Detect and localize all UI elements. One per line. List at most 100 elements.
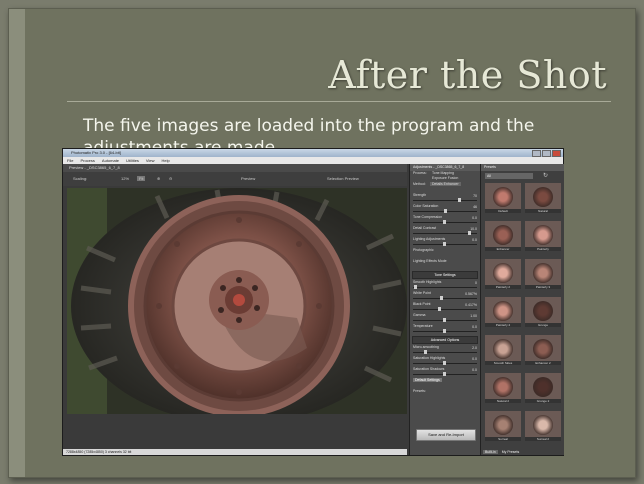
menu-help[interactable]: Help <box>162 157 170 164</box>
thumbnail-image <box>533 187 553 207</box>
slider-knob[interactable] <box>444 209 447 213</box>
preview-checkbox[interactable]: Preview <box>241 176 255 181</box>
thumbnail-image <box>493 301 513 321</box>
zoom-label: Scaling: <box>73 176 88 181</box>
window-title: Photomatix Pro 3.0 - [64-bit] <box>71 150 121 155</box>
menu-automate[interactable]: Automate <box>102 157 119 164</box>
thumbnail-image <box>493 339 513 359</box>
preset-thumbnail[interactable]: Painterly 4 <box>485 297 521 327</box>
slider-knob[interactable] <box>443 242 446 246</box>
thumbnail-label: Smooth Skies <box>485 361 521 365</box>
thumbnail-image <box>533 377 553 397</box>
thumbnail-image <box>493 377 513 397</box>
slide-accent-bar <box>9 9 25 477</box>
slider-label: Strength <box>413 193 427 197</box>
thumbnail-label: Grunge <box>525 323 561 327</box>
lighting-effects-checkbox[interactable]: Lighting Effects Mode <box>410 259 480 270</box>
slider-value: 0.0 <box>472 325 477 329</box>
document-tab[interactable]: Preview - _DSC3865_6_7_8 <box>63 164 407 172</box>
thumbnail-label: Enhancer 2 <box>525 361 561 365</box>
preset-thumbnail[interactable]: Grunge 2 <box>525 373 561 403</box>
slider-knob[interactable] <box>443 372 446 376</box>
preset-thumbnail[interactable]: Painterly 3 <box>525 259 561 289</box>
preset-thumbnail[interactable]: Surreal <box>485 411 521 441</box>
presets-panel: Presets All ↻ Default Natural Enhancer Pain… <box>480 164 564 455</box>
adjustment-slider[interactable]: Tone Compression 0.0 <box>410 215 480 226</box>
menu-process[interactable]: Process <box>80 157 94 164</box>
slider-knob[interactable] <box>443 220 446 224</box>
adjustment-slider[interactable]: Lighting Adjustments 0.0 <box>410 237 480 248</box>
default-settings-button[interactable]: Default Settings <box>413 378 442 382</box>
preset-thumbnail[interactable]: Natural <box>525 183 561 213</box>
fit-button[interactable]: Fit <box>137 176 146 181</box>
close-icon[interactable] <box>552 150 561 157</box>
image-preview[interactable] <box>67 188 407 414</box>
preset-thumbnail[interactable]: Default <box>485 183 521 213</box>
menu-file[interactable]: File <box>67 157 73 164</box>
advanced-slider[interactable]: Saturation Shadows 0.0 <box>410 367 480 378</box>
tone-mapping-radio[interactable]: Tone Mapping <box>432 171 454 175</box>
preset-thumbnail[interactable]: Painterly <box>525 221 561 251</box>
adjustment-slider[interactable]: Detail Contrast 10.0 <box>410 226 480 237</box>
menu-utilities[interactable]: Utilities <box>126 157 139 164</box>
maximize-icon[interactable] <box>542 150 551 157</box>
slider-knob[interactable] <box>443 329 446 333</box>
slider-label: Detail Contrast <box>413 226 437 230</box>
tone-slider[interactable]: Black Point 0.417% <box>410 302 480 313</box>
tone-slider[interactable]: Gamma 1.00 <box>410 313 480 324</box>
zoom-out-icon[interactable]: ⊖ <box>169 176 172 181</box>
slider-knob[interactable] <box>443 318 446 322</box>
save-and-reimport-button[interactable]: Save and Re-Import <box>416 429 476 441</box>
thumbnail-label: Natural 2 <box>485 399 521 403</box>
slider-knob[interactable] <box>468 231 471 235</box>
preset-thumbnail[interactable]: Surreal 2 <box>525 411 561 441</box>
thumbnail-label: Painterly 2 <box>485 285 521 289</box>
adjustment-slider[interactable]: Strength 70 <box>410 193 480 204</box>
slider-knob[interactable] <box>438 307 441 311</box>
checkbox-label: Photographic <box>413 248 434 252</box>
slider-knob[interactable] <box>443 361 446 365</box>
tone-slider[interactable]: White Point 0.567% <box>410 291 480 302</box>
tab-my-presets[interactable]: My Presets <box>502 450 520 454</box>
method-select[interactable]: Details Enhancer <box>430 182 461 186</box>
tone-settings-section[interactable]: Tone Settings <box>412 271 478 279</box>
presets-row: Presets: <box>410 389 480 400</box>
preset-thumbnail[interactable]: Smooth Skies <box>485 335 521 365</box>
slider-knob[interactable] <box>414 285 417 289</box>
slider-knob[interactable] <box>458 198 461 202</box>
slider-label: Lighting Adjustments <box>413 237 446 241</box>
preset-thumbnail[interactable]: Enhancer <box>485 221 521 251</box>
preview-toolbar: Scaling: 12% Fit ⊕ ⊖ Preview Selection P… <box>63 172 407 186</box>
zoom-in-icon[interactable]: ⊕ <box>157 176 160 181</box>
tone-slider[interactable]: Temperature 0.0 <box>410 324 480 335</box>
preset-thumbnail[interactable]: Enhancer 2 <box>525 335 561 365</box>
slider-value: 10.0 <box>470 227 477 231</box>
tone-slider[interactable]: Smooth Highlights 0 <box>410 280 480 291</box>
menu-view[interactable]: View <box>146 157 155 164</box>
photographic-checkbox[interactable]: Photographic <box>410 248 480 259</box>
minimize-icon[interactable] <box>532 150 541 157</box>
slider-knob[interactable] <box>440 296 443 300</box>
advanced-slider[interactable]: Saturation Highlights 0.0 <box>410 356 480 367</box>
method-label: Method: <box>413 182 426 186</box>
tab-built-in[interactable]: Built-in <box>483 450 498 454</box>
thumbnail-label: Painterly <box>525 247 561 251</box>
slider-label: White Point <box>413 291 431 295</box>
refresh-icon[interactable]: ↻ <box>543 172 548 179</box>
tractor-wheel-image <box>67 188 407 414</box>
preset-thumbnail[interactable]: Painterly 2 <box>485 259 521 289</box>
adjustment-slider[interactable]: Color Saturation 46 <box>410 204 480 215</box>
selection-preview-checkbox[interactable]: Selection Preview <box>327 176 359 181</box>
status-bar: 7288x4850 (7285x4850) 3 channels 32 bit <box>63 449 407 455</box>
advanced-slider[interactable]: Micro-smoothing 2.0 <box>410 345 480 356</box>
advanced-options-section[interactable]: Advanced Options <box>412 336 478 344</box>
slider-knob[interactable] <box>424 350 427 354</box>
adjustments-panel: Adjustments - _DSC3865_6_7_8 Process: To… <box>409 164 480 455</box>
slide-title: After the Shot <box>328 53 607 97</box>
slider-value: 46 <box>473 205 477 209</box>
preset-thumbnail[interactable]: Natural 2 <box>485 373 521 403</box>
exposure-fusion-radio[interactable]: Exposure Fusion <box>432 176 458 180</box>
menu-bar: File Process Automate Utilities View Hel… <box>63 157 563 164</box>
preset-thumbnail[interactable]: Grunge <box>525 297 561 327</box>
presets-filter-select[interactable]: All <box>485 173 533 179</box>
